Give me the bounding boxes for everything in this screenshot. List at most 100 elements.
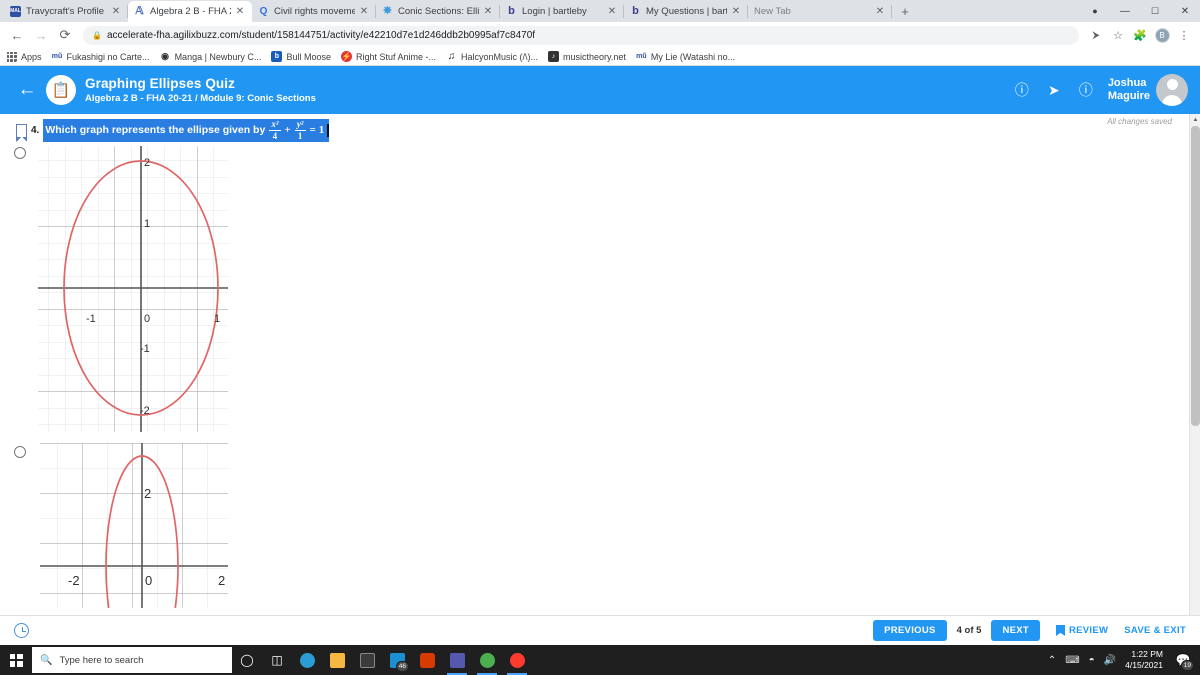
bookmark-item[interactable]: mũ Fukashigi no Carte... <box>52 51 150 62</box>
svg-text:-2: -2 <box>140 405 150 417</box>
page-scrollbar[interactable]: ▲ ▼ <box>1189 114 1200 645</box>
close-button[interactable]: ✕ <box>1170 0 1200 22</box>
tab-title: Login | bartleby <box>522 6 587 17</box>
answer-choice[interactable]: 0 -1 1 2 1 -1 -2 <box>14 144 1200 437</box>
equation-term-1: x² 4 <box>269 119 281 141</box>
office-icon[interactable] <box>412 645 442 675</box>
save-exit-button[interactable]: SAVE & EXIT <box>1124 625 1186 636</box>
address-bar[interactable]: 🔒 accelerate-fha.agilixbuzz.com/student/… <box>83 25 1079 45</box>
tab-close-icon[interactable]: ✕ <box>234 6 246 18</box>
window-controls: ● — ☐ ✕ <box>1080 0 1200 22</box>
start-button[interactable] <box>0 645 32 675</box>
tab-close-icon[interactable]: ✕ <box>874 6 886 18</box>
browser-menu-icon[interactable]: ⋮ <box>1174 25 1194 45</box>
tab-title: My Questions | bartleby <box>646 6 727 17</box>
browser-tab-active[interactable]: 𝔸 Algebra 2 B - FHA 20-21 - Activi ✕ <box>128 1 252 22</box>
browser-tab[interactable]: b Login | bartleby ✕ <box>500 1 624 22</box>
review-button[interactable]: REVIEW <box>1055 625 1108 636</box>
rightstuf-icon: ⚡ <box>340 51 352 62</box>
share-icon[interactable]: ⮞ <box>1086 25 1106 45</box>
scroll-up-icon[interactable]: ▲ <box>1190 114 1200 125</box>
tab-close-icon[interactable]: ✕ <box>606 6 618 18</box>
bookmark-item[interactable]: mũ My Lie (Watashi no... <box>636 51 735 62</box>
svg-text:2: 2 <box>218 573 225 588</box>
edge-icon[interactable] <box>292 645 322 675</box>
svg-text:2: 2 <box>144 486 151 501</box>
minimize-button[interactable]: — <box>1110 0 1140 22</box>
tab-close-icon[interactable]: ✕ <box>358 6 370 18</box>
opera-icon[interactable] <box>502 645 532 675</box>
bookmark-item[interactable]: b Bull Moose <box>271 51 331 62</box>
tab-favicon: 𝔸 <box>135 6 144 17</box>
chrome-icon[interactable] <box>472 645 502 675</box>
bookmark-apps[interactable]: Apps <box>6 51 42 62</box>
halcyonmusic-icon: ♫ <box>447 51 456 62</box>
device-icon[interactable]: ⌨ <box>1065 655 1079 666</box>
forward-icon[interactable]: → <box>30 24 52 46</box>
extensions-icon[interactable]: 🧩 <box>1130 25 1150 45</box>
task-view-icon[interactable]: ◫ <box>262 645 292 675</box>
file-explorer-icon[interactable] <box>322 645 352 675</box>
previous-button[interactable]: PREVIOUS <box>873 620 947 641</box>
info-icon[interactable]: ⓘ <box>1010 78 1034 102</box>
app-back-icon[interactable]: ← <box>12 75 42 105</box>
bookmark-label: My Lie (Watashi no... <box>650 51 736 62</box>
tray-time: 1:22 PM <box>1131 649 1163 660</box>
cortana-icon[interactable]: ◯ <box>232 645 262 675</box>
tab-favicon: b <box>508 6 515 17</box>
maximize-button[interactable]: ☐ <box>1140 0 1170 22</box>
next-button[interactable]: NEXT <box>991 620 1040 641</box>
help-icon[interactable]: ⓘ <box>1074 78 1098 102</box>
equation-equals: = <box>309 124 316 136</box>
back-icon[interactable]: ← <box>6 24 28 46</box>
new-tab-button[interactable]: + <box>892 1 918 22</box>
avatar[interactable] <box>1156 74 1188 106</box>
volume-icon[interactable]: 🔊 <box>1104 655 1116 666</box>
browser-tab[interactable]: b My Questions | bartleby ✕ <box>624 1 748 22</box>
page-title: Graphing Ellipses Quiz <box>85 76 235 91</box>
wifi-icon[interactable]: ◓ <box>1089 655 1095 666</box>
mal-icon: mũ <box>636 53 647 60</box>
record-icon[interactable]: ● <box>1080 0 1110 22</box>
bookmark-star-icon[interactable]: ☆ <box>1108 25 1128 45</box>
question-number: 4. <box>31 124 40 136</box>
radio-button-b[interactable] <box>14 446 26 458</box>
bookmark-item[interactable]: ♪ musictheory.net <box>548 51 626 62</box>
bookmark-item[interactable]: ⚡ Right Stuf Anime -... <box>340 51 436 62</box>
tab-close-icon[interactable]: ✕ <box>482 6 494 18</box>
browser-tab[interactable]: New Tab ✕ <box>748 1 892 22</box>
tray-chevron-icon[interactable]: ⌃ <box>1048 655 1056 666</box>
taskbar-search[interactable]: 🔍 Type here to search <box>32 647 232 673</box>
notification-badge: 19 <box>1180 660 1194 671</box>
clock-icon[interactable] <box>14 623 29 638</box>
svg-text:-1: -1 <box>140 343 150 355</box>
answer-choice[interactable]: 0 -2 2 2 <box>14 443 1200 645</box>
browser-tab[interactable]: ✵ Conic Sections: Ellipses and Circ ✕ <box>376 1 500 22</box>
radio-button-a[interactable] <box>14 147 26 159</box>
svg-text:0: 0 <box>144 313 150 325</box>
send-icon[interactable]: ➤ <box>1042 78 1066 102</box>
bookmark-item[interactable]: ♫ HalcyonMusic (/\)... <box>446 51 538 62</box>
profile-avatar[interactable]: B <box>1152 25 1172 45</box>
mail-icon[interactable]: 46 <box>382 645 412 675</box>
header-titles: Graphing Ellipses Quiz Algebra 2 B - FHA… <box>85 76 316 104</box>
tab-close-icon[interactable]: ✕ <box>730 6 742 18</box>
tab-close-icon[interactable]: ✕ <box>110 6 122 18</box>
bookmark-flag-icon[interactable] <box>15 123 28 142</box>
teams-icon[interactable] <box>442 645 472 675</box>
browser-tab[interactable]: MAL Travycraft's Profile - MyAnimeLi ✕ <box>4 1 128 22</box>
bookmark-item[interactable]: ◉ Manga | Newbury C... <box>160 51 261 62</box>
windows-logo-icon <box>9 653 23 667</box>
graph-a: 0 -1 1 2 1 -1 -2 <box>32 144 228 437</box>
reload-icon[interactable]: ⟳ <box>54 24 76 46</box>
profile-initial: B <box>1154 27 1170 43</box>
tab-favicon: MAL <box>10 6 21 17</box>
windows-taskbar: 🔍 Type here to search ◯ ◫ 46 ⌃ ⌨ ◓ 🔊 1:2… <box>0 645 1200 675</box>
browser-tab[interactable]: Q Civil rights movement Flashcard ✕ <box>252 1 376 22</box>
microsoft-store-icon[interactable] <box>352 645 382 675</box>
tray-clock[interactable]: 1:22 PM 4/15/2021 <box>1125 649 1163 670</box>
question-prompt: Which graph represents the ellipse given… <box>45 124 266 136</box>
notification-center-icon[interactable]: 💬 19 <box>1172 645 1194 675</box>
svg-text:1: 1 <box>214 313 220 325</box>
scrollbar-thumb[interactable] <box>1191 126 1200 426</box>
